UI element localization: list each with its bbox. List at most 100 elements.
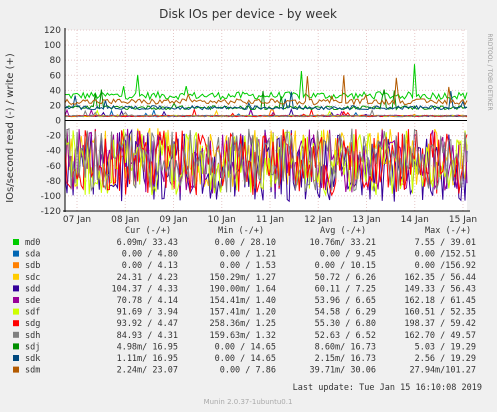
legend-avg: 60.11 / 7.25 <box>315 284 376 294</box>
y-tick-label: -60 <box>46 162 61 172</box>
y-tick-label: 100 <box>44 41 61 51</box>
legend-cur: 70.78 / 4.14 <box>117 296 178 306</box>
legend-min: 0.00 / 1.53 <box>220 261 276 271</box>
legend-max: 27.94m/101.27 <box>409 366 476 376</box>
legend-avg: 0.00 / 9.45 <box>320 250 376 260</box>
x-tick-label: 14 Jan <box>401 215 429 225</box>
x-tick-label: 11 Jan <box>256 215 284 225</box>
legend-cur: 84.93 / 4.31 <box>117 331 178 341</box>
legend-min: 0.00 / 28.10 <box>215 238 276 248</box>
legend-name: sdk <box>25 354 40 364</box>
legend-cur: 24.31 / 4.23 <box>117 273 178 283</box>
legend-avg: 50.72 / 6.26 <box>315 273 376 283</box>
x-tick-label: 07 Jan <box>63 215 91 225</box>
y-tick-label: 120 <box>44 26 61 36</box>
legend-name: sdh <box>25 331 40 341</box>
legend-min: 159.63m/ 1.32 <box>209 331 276 341</box>
y-tick-label: -40 <box>46 147 61 157</box>
legend-avg: 0.00 / 10.15 <box>315 261 376 271</box>
legend-avg: 52.63 / 6.52 <box>315 331 376 341</box>
legend-swatch <box>13 355 19 361</box>
y-axis-label: IOs/second read (-) / write (+) <box>5 53 16 203</box>
legend-swatch <box>13 297 19 303</box>
legend-swatch <box>13 285 19 292</box>
x-tick-label: 12 Jan <box>304 215 332 225</box>
legend-max: 198.37 / 59.42 <box>404 319 476 329</box>
x-tick-label: 15 Jan <box>449 215 477 225</box>
y-tick-label: 60 <box>50 71 62 81</box>
legend-name: sdf <box>25 308 40 318</box>
legend-swatch <box>13 343 19 350</box>
legend-min: 258.36m/ 1.25 <box>209 319 276 329</box>
legend: Cur (-/+) Min (-/+) Avg (-/+) Max (-/+) … <box>13 226 476 376</box>
rrdtool-credit: RRDTOOL / TOBI OETIKER <box>486 33 493 110</box>
legend-header-max: Max (-/+) <box>425 226 471 236</box>
legend-avg: 8.60m/ 16.73 <box>315 342 376 352</box>
y-tick-label: 0 <box>55 117 61 127</box>
footer: Munin 2.0.37-1ubuntu0.1 <box>204 398 293 406</box>
legend-cur: 4.98m/ 16.95 <box>117 342 178 352</box>
legend-min: 0.00 / 1.21 <box>220 250 276 260</box>
x-tick-label: 09 Jan <box>159 215 187 225</box>
legend-min: 0.00 / 14.65 <box>215 354 276 364</box>
x-tick-label: 08 Jan <box>111 215 139 225</box>
legend-header-avg: Avg (-/+) <box>320 226 366 236</box>
legend-cur: 1.11m/ 16.95 <box>117 354 178 364</box>
legend-swatch <box>13 331 19 338</box>
legend-max: 162.70 / 49.57 <box>404 331 476 341</box>
legend-cur: 0.00 / 4.80 <box>122 250 178 260</box>
legend-max: 149.33 / 56.43 <box>404 284 476 294</box>
legend-max: 162.18 / 61.45 <box>404 296 476 306</box>
legend-cur: 6.09m/ 33.43 <box>117 238 178 248</box>
legend-max: 0.00 /156.92 <box>415 261 476 271</box>
legend-swatch <box>13 366 19 373</box>
legend-cur: 91.69 / 3.94 <box>117 308 178 318</box>
legend-min: 154.41m/ 1.40 <box>209 296 276 306</box>
last-update: Last update: Tue Jan 15 16:10:08 2019 <box>293 383 482 393</box>
legend-avg: 53.96 / 6.65 <box>315 296 376 306</box>
legend-min: 150.29m/ 1.27 <box>209 273 276 283</box>
legend-avg: 2.15m/ 16.73 <box>315 354 376 364</box>
legend-swatch <box>13 262 19 269</box>
legend-max: 162.35 / 56.44 <box>404 273 476 283</box>
legend-name: md0 <box>25 238 40 248</box>
legend-name: sdc <box>25 273 40 283</box>
legend-cur: 104.37 / 4.33 <box>111 284 178 294</box>
y-tick-label: -80 <box>46 177 61 187</box>
y-tick-label: -20 <box>46 132 61 142</box>
legend-cur: 2.24m/ 23.07 <box>117 366 178 376</box>
legend-min: 190.00m/ 1.64 <box>209 284 276 294</box>
y-tick-label: -120 <box>41 207 62 217</box>
legend-swatch <box>13 273 19 280</box>
legend-cur: 0.00 / 4.13 <box>122 261 178 271</box>
legend-header-cur: Cur (-/+) <box>125 226 171 236</box>
y-tick-label: 20 <box>50 101 62 111</box>
legend-name: sdg <box>25 319 40 329</box>
legend-swatch <box>13 308 19 315</box>
legend-name: sdm <box>25 366 40 376</box>
legend-header-min: Min (-/+) <box>218 226 264 236</box>
legend-name: sda <box>25 250 40 260</box>
legend-avg: 39.71m/ 30.06 <box>309 366 376 376</box>
legend-name: sdb <box>25 261 40 271</box>
legend-max: 5.03 / 19.29 <box>415 342 476 352</box>
y-tick-label: 40 <box>50 86 62 96</box>
legend-cur: 93.92 / 4.47 <box>117 319 178 329</box>
disk-io-chart: Disk IOs per device - by week IOs/second… <box>5 7 493 406</box>
legend-min: 0.00 / 7.86 <box>220 366 276 376</box>
legend-swatch <box>13 320 19 327</box>
legend-avg: 10.76m/ 33.21 <box>309 238 376 248</box>
legend-max: 160.51 / 52.35 <box>404 308 476 318</box>
legend-max: 0.00 /152.51 <box>415 250 476 260</box>
y-tick-label: -100 <box>41 192 62 202</box>
x-tick-label: 10 Jan <box>208 215 236 225</box>
legend-name: sde <box>25 296 40 306</box>
legend-max: 7.55 / 39.01 <box>415 238 476 248</box>
legend-name: sdj <box>25 342 40 352</box>
legend-swatch <box>13 250 19 257</box>
legend-name: sdd <box>25 284 40 294</box>
legend-max: 2.56 / 19.29 <box>415 354 476 364</box>
chart-title: Disk IOs per device - by week <box>159 7 337 21</box>
legend-avg: 54.58 / 6.29 <box>315 308 376 318</box>
y-tick-label: 80 <box>50 56 62 66</box>
